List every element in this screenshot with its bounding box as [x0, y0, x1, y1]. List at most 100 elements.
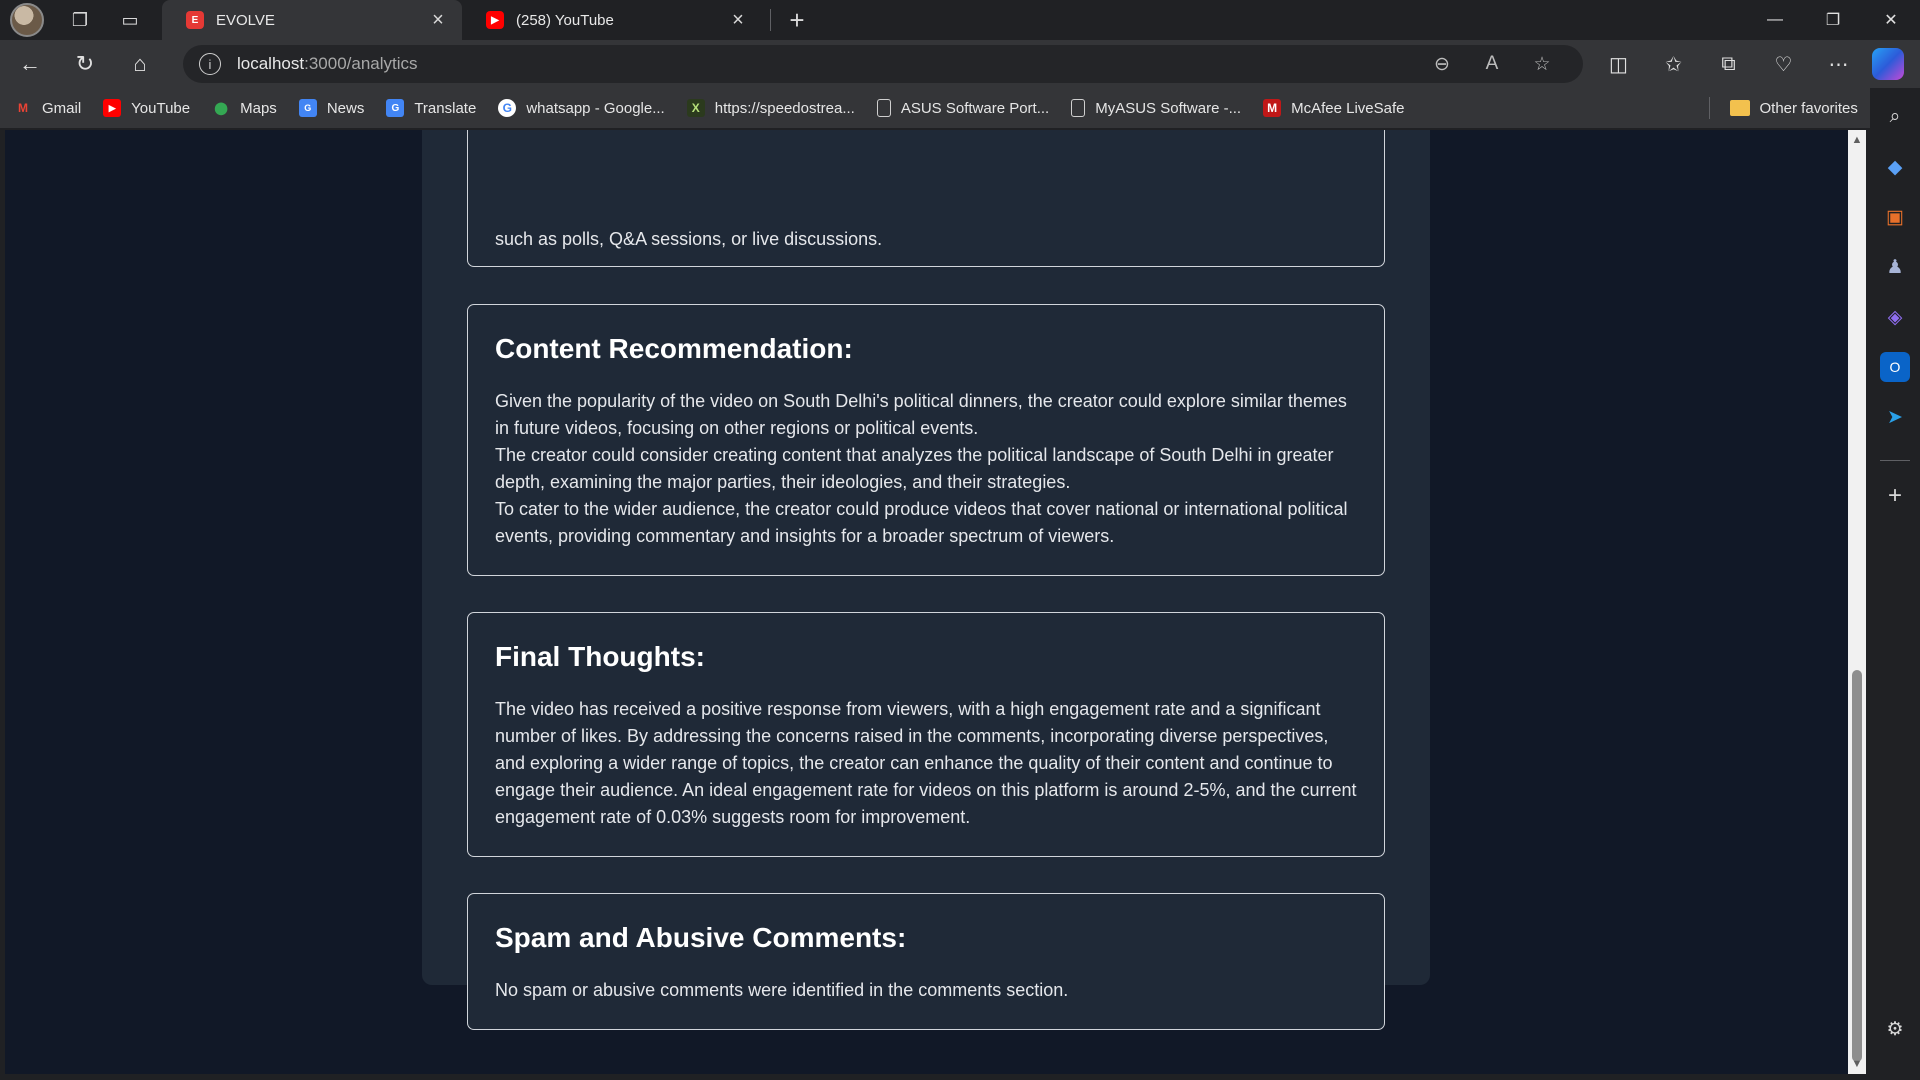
favorites-icon[interactable]: ✩	[1646, 44, 1701, 84]
news-icon: G	[298, 99, 317, 117]
favorites-bar: M Gmail ▶ YouTube ⬤ Maps G News G Translate G…	[0, 88, 1880, 128]
shopping-tag-icon[interactable]: ◆	[1880, 152, 1910, 182]
evolve-icon: E	[186, 11, 204, 29]
final-thoughts-card: Final Thoughts: The video has received a…	[467, 612, 1385, 857]
tab-title: (258) YouTube	[516, 11, 614, 29]
section-title: Spam and Abusive Comments:	[495, 922, 907, 953]
translate-icon: G	[386, 99, 405, 117]
favorite-label: https://speedostrea...	[714, 99, 855, 117]
sidebar-divider	[1880, 460, 1910, 461]
split-screen-icon[interactable]: ◫	[1591, 44, 1646, 84]
favorite-label: News	[326, 99, 365, 117]
analytics-panel: such as polls, Q&A sessions, or live dis…	[422, 130, 1430, 1030]
favorite-gmail[interactable]: M Gmail	[14, 99, 81, 117]
page-icon	[876, 99, 891, 117]
favorite-label: ASUS Software Port...	[900, 99, 1050, 117]
tools-icon[interactable]: ▣	[1880, 202, 1910, 232]
google-icon: G	[498, 99, 517, 117]
excel-icon: X	[686, 99, 705, 117]
copilot-icon[interactable]	[1872, 48, 1904, 80]
refresh-button[interactable]: ↻	[60, 44, 110, 84]
url-path: :3000/analytics	[304, 54, 418, 73]
page-viewport: such as polls, Q&A sessions, or live dis…	[5, 130, 1848, 1074]
search-icon[interactable]: ⌕	[1880, 102, 1910, 132]
section-text: No spam or abusive comments were identif…	[495, 980, 1069, 1000]
scroll-down-arrow-icon[interactable]: ▼	[1848, 1054, 1866, 1074]
send-icon[interactable]: ➤	[1880, 402, 1910, 432]
back-button[interactable]: ←	[5, 44, 55, 84]
favorite-label: Gmail	[42, 99, 82, 117]
other-favorites[interactable]: Other favorites	[1729, 99, 1858, 117]
youtube-icon: ▶	[103, 99, 122, 117]
favorite-label: McAfee LiveSafe	[1291, 99, 1405, 117]
section-text: The creator could consider creating cont…	[495, 445, 1334, 492]
section-title: Content Recommendation:	[495, 333, 853, 364]
profile-avatar[interactable]	[10, 3, 44, 37]
favorite-label: YouTube	[131, 99, 191, 117]
section-title: Final Thoughts:	[495, 641, 705, 672]
favorites-divider	[1708, 97, 1710, 119]
section-text: The video has received a positive respon…	[495, 699, 1357, 827]
minimize-button[interactable]: —	[1746, 0, 1804, 40]
previous-section-card: such as polls, Q&A sessions, or live dis…	[467, 130, 1385, 267]
zoom-icon[interactable]: ⊖	[1417, 46, 1467, 82]
scroll-up-arrow-icon[interactable]: ▲	[1848, 130, 1866, 150]
navigation-toolbar: ← ↻ ⌂ i localhost:3000/analytics ⊖ A ☆ ◫…	[0, 40, 1920, 88]
home-button[interactable]: ⌂	[115, 44, 165, 84]
favorite-asus-portal[interactable]: ASUS Software Port...	[876, 99, 1050, 117]
favorite-translate[interactable]: G Translate	[386, 99, 476, 117]
scrollbar-thumb[interactable]	[1852, 670, 1862, 1062]
add-icon[interactable]: +	[1880, 481, 1910, 511]
folder-icon	[1729, 100, 1750, 116]
favorite-myasus[interactable]: MyASUS Software -...	[1071, 99, 1241, 117]
favorite-label: Maps	[240, 99, 277, 117]
youtube-icon: ▶	[486, 11, 504, 29]
tab-evolve[interactable]: E EVOLVE ×	[162, 0, 462, 40]
section-text: such as polls, Q&A sessions, or live dis…	[495, 229, 883, 249]
workspaces-icon[interactable]: ❐	[62, 4, 98, 36]
favorite-label: Translate	[414, 99, 477, 117]
tab-actions-icon[interactable]: ▭	[112, 4, 148, 36]
url-text[interactable]: localhost:3000/analytics	[237, 54, 1417, 74]
favorite-youtube[interactable]: ▶ YouTube	[103, 99, 190, 117]
tab-strip: ❐ ▭ E EVOLVE × ▶ (258) YouTube × + — ❐ ✕	[0, 0, 1920, 40]
browser-essentials-icon[interactable]: ♡	[1756, 44, 1811, 84]
copilot-sidebar-icon[interactable]: ◈	[1880, 302, 1910, 332]
tab-youtube[interactable]: ▶ (258) YouTube ×	[462, 0, 762, 40]
favorite-whatsapp-google[interactable]: Gwhatsapp - Google...	[498, 99, 665, 117]
favorite-label: MyASUS Software -...	[1095, 99, 1242, 117]
page-icon	[1071, 99, 1086, 117]
favorite-speedostream[interactable]: Xhttps://speedostrea...	[686, 99, 855, 117]
close-icon[interactable]: ×	[726, 8, 750, 32]
more-menu-icon[interactable]: ⋯	[1811, 44, 1866, 84]
url-host: localhost	[237, 54, 305, 73]
tab-divider	[770, 9, 771, 31]
favorite-news[interactable]: G News	[298, 99, 365, 117]
gmail-icon: M	[18, 101, 28, 115]
mcafee-icon: M	[1263, 99, 1282, 117]
section-text: Given the popularity of the video on Sou…	[495, 391, 1347, 438]
edge-sidebar: ⌕ ◆ ▣ ♟ ◈ O ➤ + ⚙	[1870, 88, 1920, 1080]
tab-title: EVOLVE	[216, 11, 275, 29]
close-icon[interactable]: ×	[426, 8, 450, 32]
settings-icon[interactable]: ⚙	[1880, 1014, 1910, 1044]
favorite-label: Other favorites	[1759, 99, 1858, 117]
favorite-maps[interactable]: ⬤ Maps	[212, 99, 277, 117]
restore-button[interactable]: ❐	[1804, 0, 1862, 40]
vertical-scrollbar[interactable]: ▲ ▼	[1848, 130, 1866, 1074]
close-window-button[interactable]: ✕	[1862, 0, 1920, 40]
address-bar[interactable]: i localhost:3000/analytics ⊖ A ☆	[183, 45, 1583, 83]
read-aloud-icon[interactable]: A	[1467, 46, 1517, 82]
spam-abusive-comments-card: Spam and Abusive Comments: No spam or ab…	[467, 893, 1385, 1030]
new-tab-button[interactable]: +	[779, 4, 815, 36]
section-text: To cater to the wider audience, the crea…	[495, 499, 1348, 546]
content-recommendation-card: Content Recommendation: Given the popula…	[467, 304, 1385, 576]
site-info-icon[interactable]: i	[199, 53, 221, 75]
games-icon[interactable]: ♟	[1880, 252, 1910, 282]
maps-icon: ⬤	[214, 101, 228, 115]
favorite-label: whatsapp - Google...	[526, 99, 665, 117]
outlook-icon[interactable]: O	[1880, 352, 1910, 382]
favorite-star-icon[interactable]: ☆	[1517, 46, 1567, 82]
favorite-mcafee[interactable]: M McAfee LiveSafe	[1263, 99, 1405, 117]
collections-icon[interactable]: ⧉	[1701, 44, 1756, 84]
